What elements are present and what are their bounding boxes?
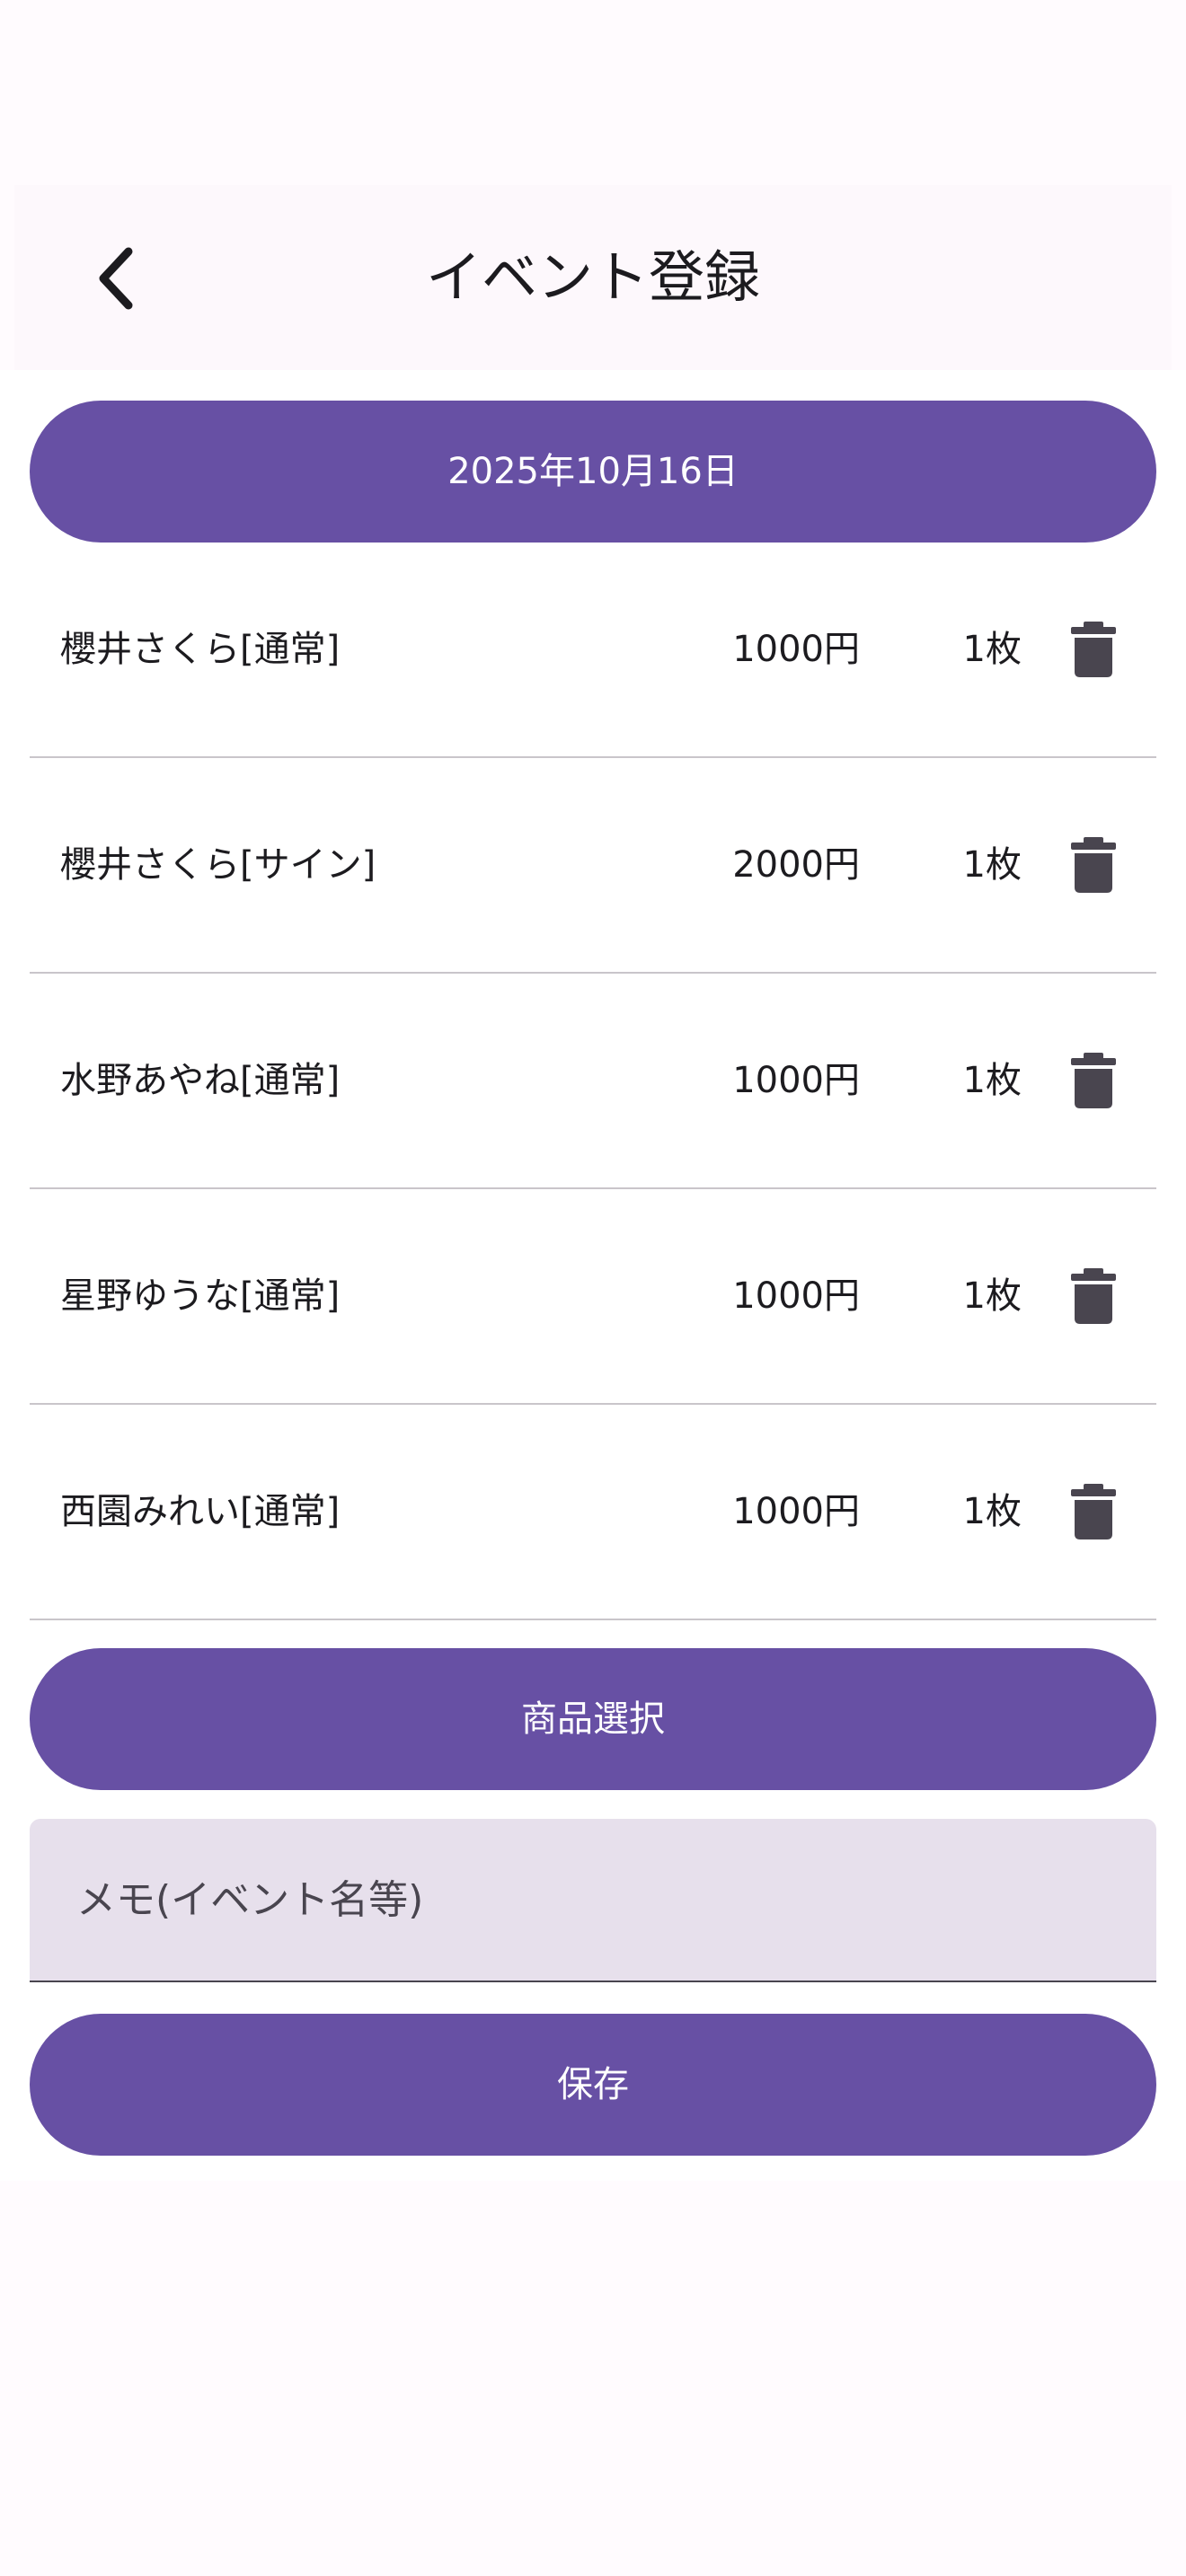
item-quantity: 1枚 (962, 629, 1022, 670)
item-name: 櫻井さくら[通常] (60, 629, 341, 670)
delete-item-button[interactable] (1049, 1467, 1138, 1557)
list-item: 星野ゆうな[通常] 1000円 1枚 (30, 1189, 1156, 1405)
list-item: 櫻井さくら[通常] 1000円 1枚 (30, 543, 1156, 758)
trash-icon (1071, 1268, 1116, 1324)
item-price: 1000円 (732, 1275, 860, 1317)
date-picker-button[interactable]: 2025年10月16日 (30, 401, 1156, 543)
delete-item-button[interactable] (1049, 1036, 1138, 1125)
back-button[interactable] (68, 225, 167, 332)
delete-item-button[interactable] (1049, 604, 1138, 694)
item-price: 2000円 (732, 844, 860, 886)
chevron-left-icon (99, 247, 133, 310)
item-price: 1000円 (732, 1060, 860, 1101)
trash-icon (1071, 622, 1116, 677)
trash-icon (1071, 1484, 1116, 1539)
item-quantity: 1枚 (962, 1275, 1022, 1317)
memo-field (30, 1819, 1156, 1982)
list-item: 水野あやね[通常] 1000円 1枚 (30, 974, 1156, 1189)
item-name: 西園みれい[通常] (60, 1491, 341, 1532)
save-button[interactable]: 保存 (30, 2014, 1156, 2156)
item-name: 星野ゆうな[通常] (60, 1275, 341, 1317)
page-title: イベント登録 (425, 244, 760, 310)
delete-item-button[interactable] (1049, 1251, 1138, 1341)
item-price: 1000円 (732, 1491, 860, 1532)
app-bar: イベント登録 (14, 185, 1172, 370)
selected-items-list: 櫻井さくら[通常] 1000円 1枚 櫻井さくら[サイン] 2000円 1枚 水… (30, 543, 1156, 1620)
item-price: 1000円 (732, 629, 860, 670)
memo-input[interactable] (30, 1819, 1156, 1981)
item-name: 櫻井さくら[サイン] (60, 844, 376, 886)
main-content: 2025年10月16日 櫻井さくら[通常] 1000円 1枚 櫻井さくら[サイン… (0, 370, 1186, 2181)
list-item: 西園みれい[通常] 1000円 1枚 (30, 1405, 1156, 1620)
trash-icon (1071, 837, 1116, 893)
product-select-button[interactable]: 商品選択 (30, 1648, 1156, 1790)
item-quantity: 1枚 (962, 1491, 1022, 1532)
trash-icon (1071, 1053, 1116, 1108)
list-item: 櫻井さくら[サイン] 2000円 1枚 (30, 758, 1156, 974)
delete-item-button[interactable] (1049, 820, 1138, 910)
item-quantity: 1枚 (962, 1060, 1022, 1101)
item-quantity: 1枚 (962, 844, 1022, 886)
item-name: 水野あやね[通常] (60, 1060, 341, 1101)
